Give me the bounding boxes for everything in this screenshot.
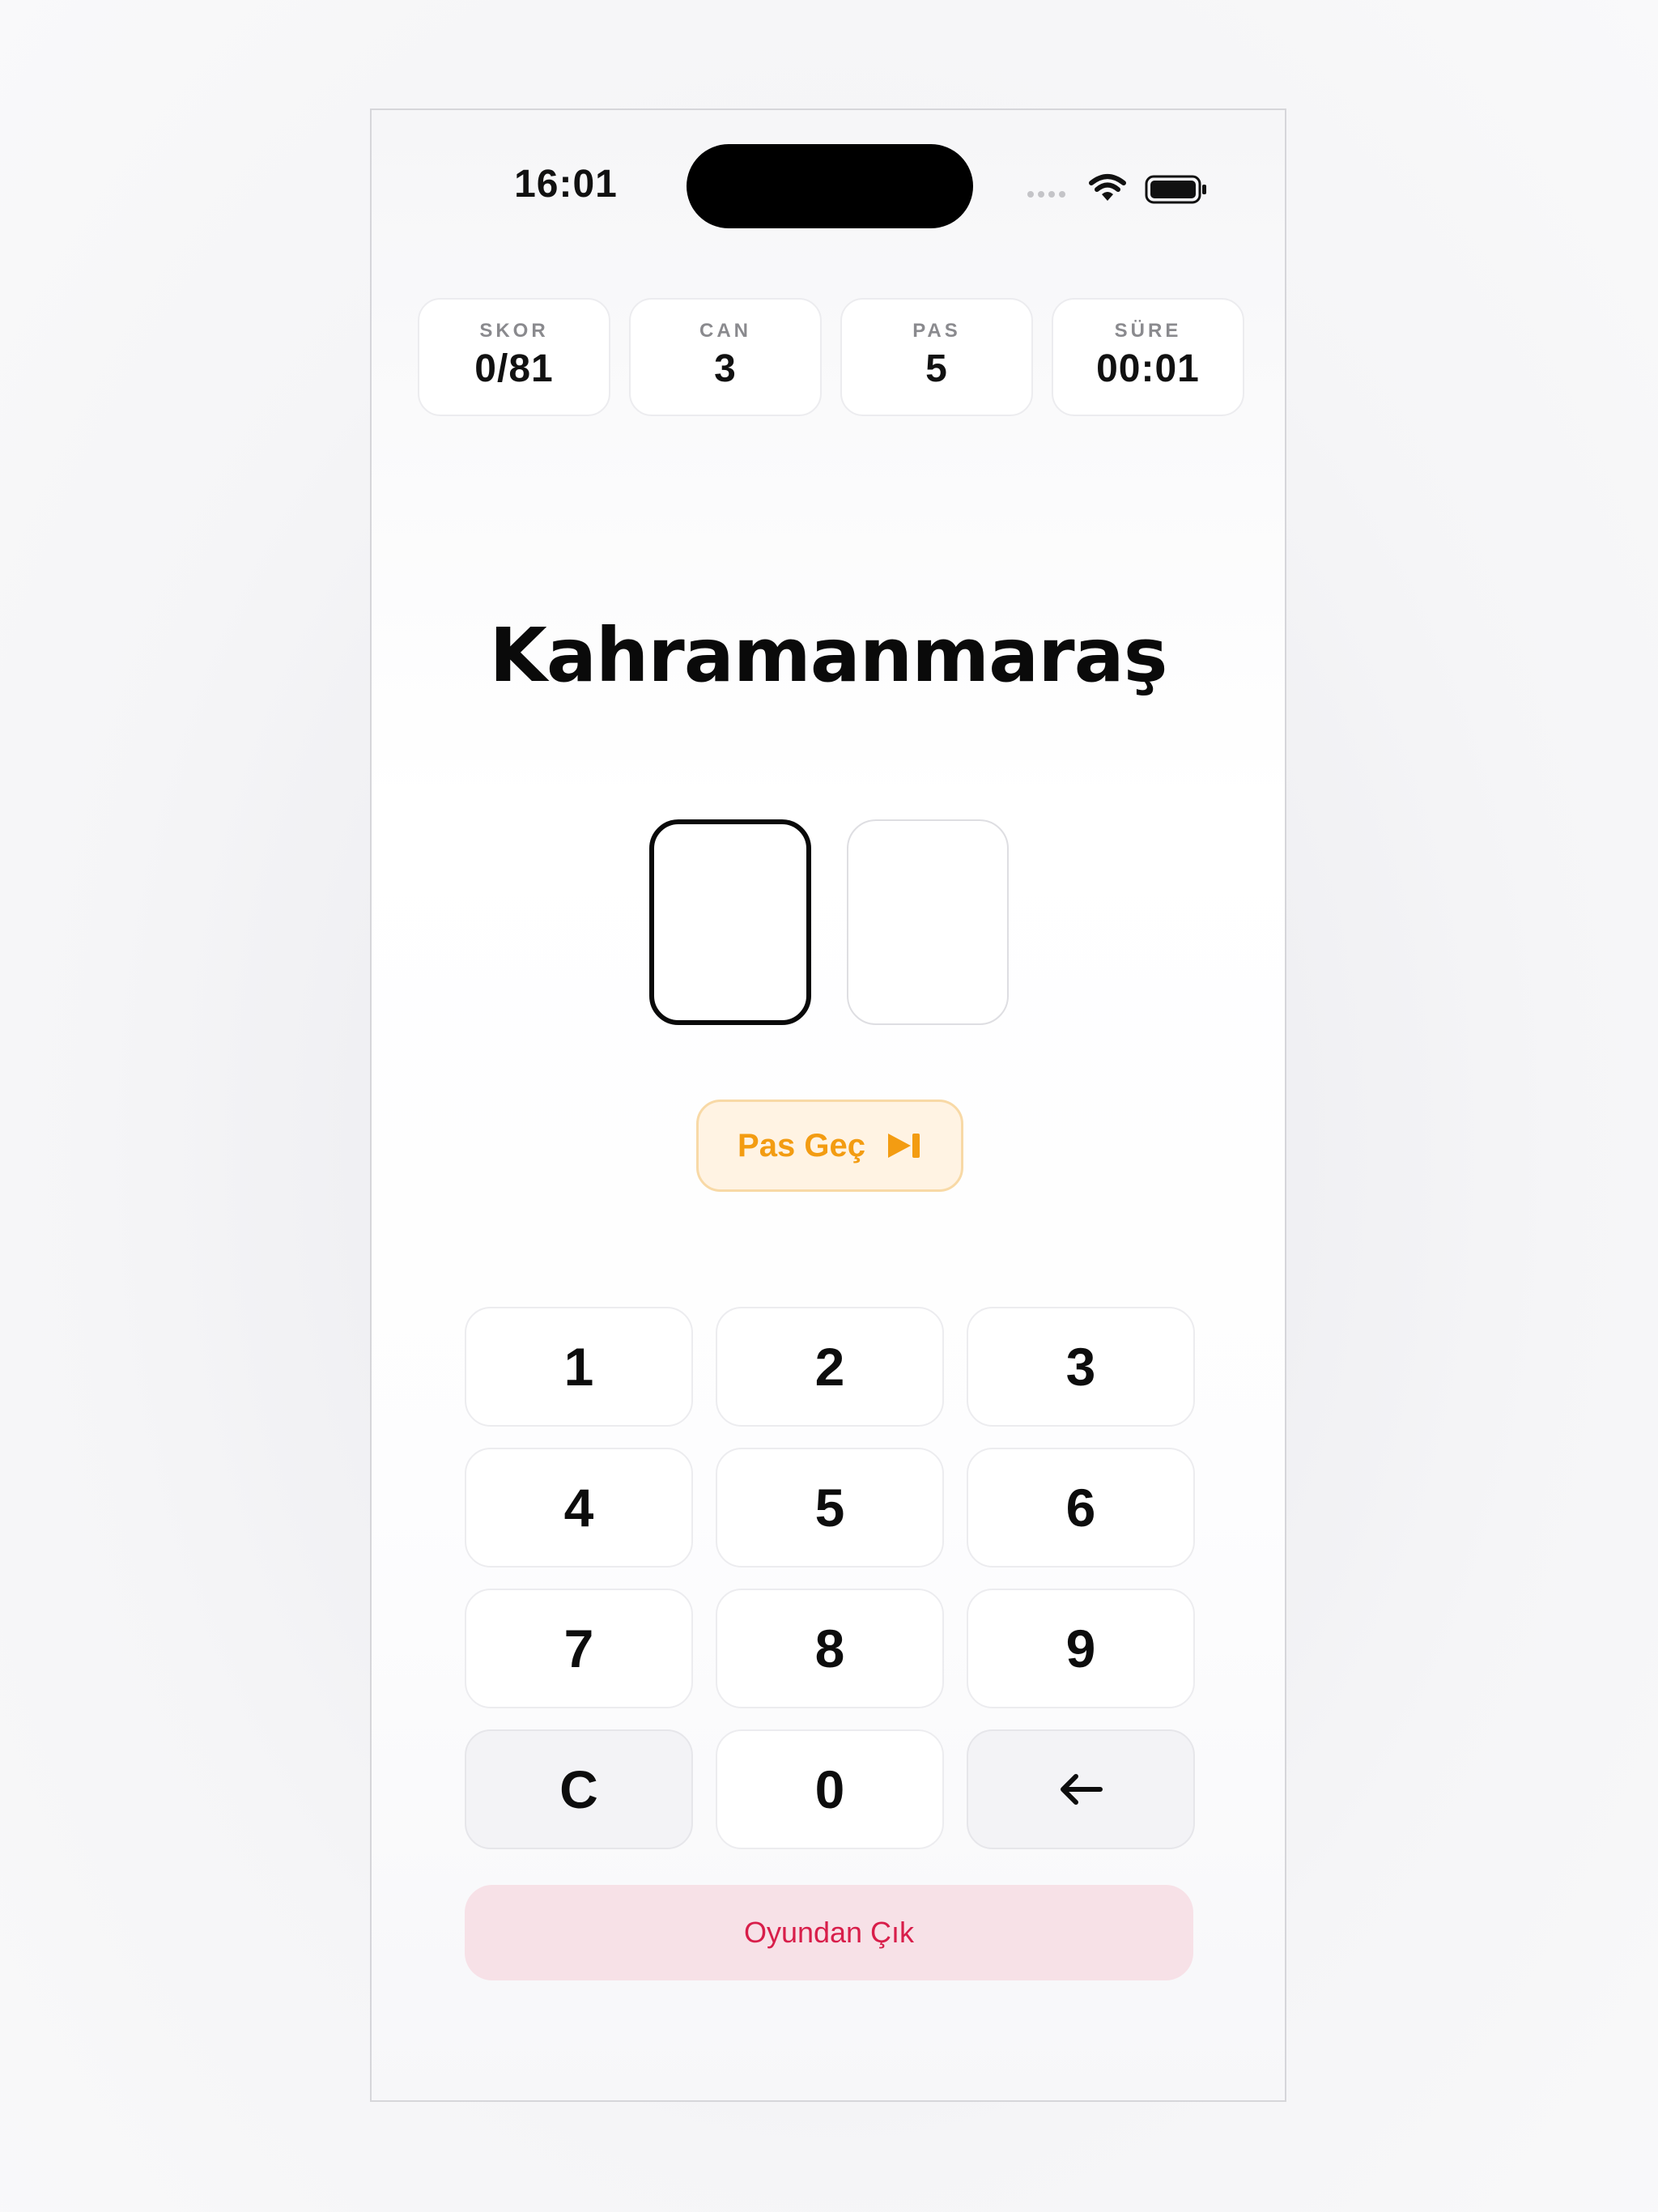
- answer-digit-box-1[interactable]: [649, 819, 811, 1025]
- key-0[interactable]: 0: [716, 1729, 944, 1849]
- skip-button[interactable]: Pas Geç: [696, 1100, 963, 1192]
- key-2[interactable]: 2: [716, 1307, 944, 1427]
- stat-value: 00:01: [1096, 347, 1200, 390]
- skip-forward-icon: [887, 1134, 920, 1158]
- stat-label: CAN: [699, 320, 751, 342]
- stat-card-score: SKOR 0/81: [418, 298, 610, 416]
- key-4[interactable]: 4: [465, 1448, 693, 1568]
- stat-label: PAS: [912, 320, 961, 342]
- stat-card-time: SÜRE 00:01: [1052, 298, 1244, 416]
- key-9[interactable]: 9: [967, 1589, 1195, 1708]
- answer-digit-box-2[interactable]: [847, 819, 1009, 1025]
- key-3[interactable]: 3: [967, 1307, 1195, 1427]
- dynamic-island: [687, 144, 973, 228]
- stat-card-lives: CAN 3: [629, 298, 822, 416]
- stat-value: 0/81: [474, 347, 554, 390]
- clear-key[interactable]: C: [465, 1729, 693, 1849]
- exit-game-button[interactable]: Oyundan Çık: [465, 1885, 1193, 1980]
- stat-card-passes: PAS 5: [840, 298, 1033, 416]
- battery-icon: [1145, 175, 1206, 204]
- stat-value: 5: [925, 347, 948, 390]
- stat-label: SKOR: [479, 320, 549, 342]
- key-5[interactable]: 5: [716, 1448, 944, 1568]
- stat-value: 3: [714, 347, 737, 390]
- key-1[interactable]: 1: [465, 1307, 693, 1427]
- backspace-key[interactable]: [967, 1729, 1195, 1849]
- stats-row: SKOR 0/81 CAN 3 PAS 5 SÜRE 00:01: [418, 298, 1244, 416]
- stat-label: SÜRE: [1114, 320, 1182, 342]
- key-8[interactable]: 8: [716, 1589, 944, 1708]
- key-7[interactable]: 7: [465, 1589, 693, 1708]
- key-6[interactable]: 6: [967, 1448, 1195, 1568]
- phone-frame: 16:01 SKOR 0/81 CAN 3 PAS 5 SÜRE 00:01 K…: [370, 108, 1286, 2102]
- city-name: Kahramanmaraş: [489, 612, 1168, 699]
- number-keypad: 1 2 3 4 5 6 7 8 9 C 0: [465, 1307, 1195, 1849]
- wifi-icon: [1089, 174, 1126, 201]
- skip-button-label: Pas Geç: [738, 1127, 865, 1163]
- status-time: 16:01: [514, 163, 618, 206]
- status-bar: 16:01: [372, 110, 1285, 272]
- signal-dots-icon: [1027, 191, 1065, 198]
- arrow-left-icon: [1061, 1774, 1103, 1805]
